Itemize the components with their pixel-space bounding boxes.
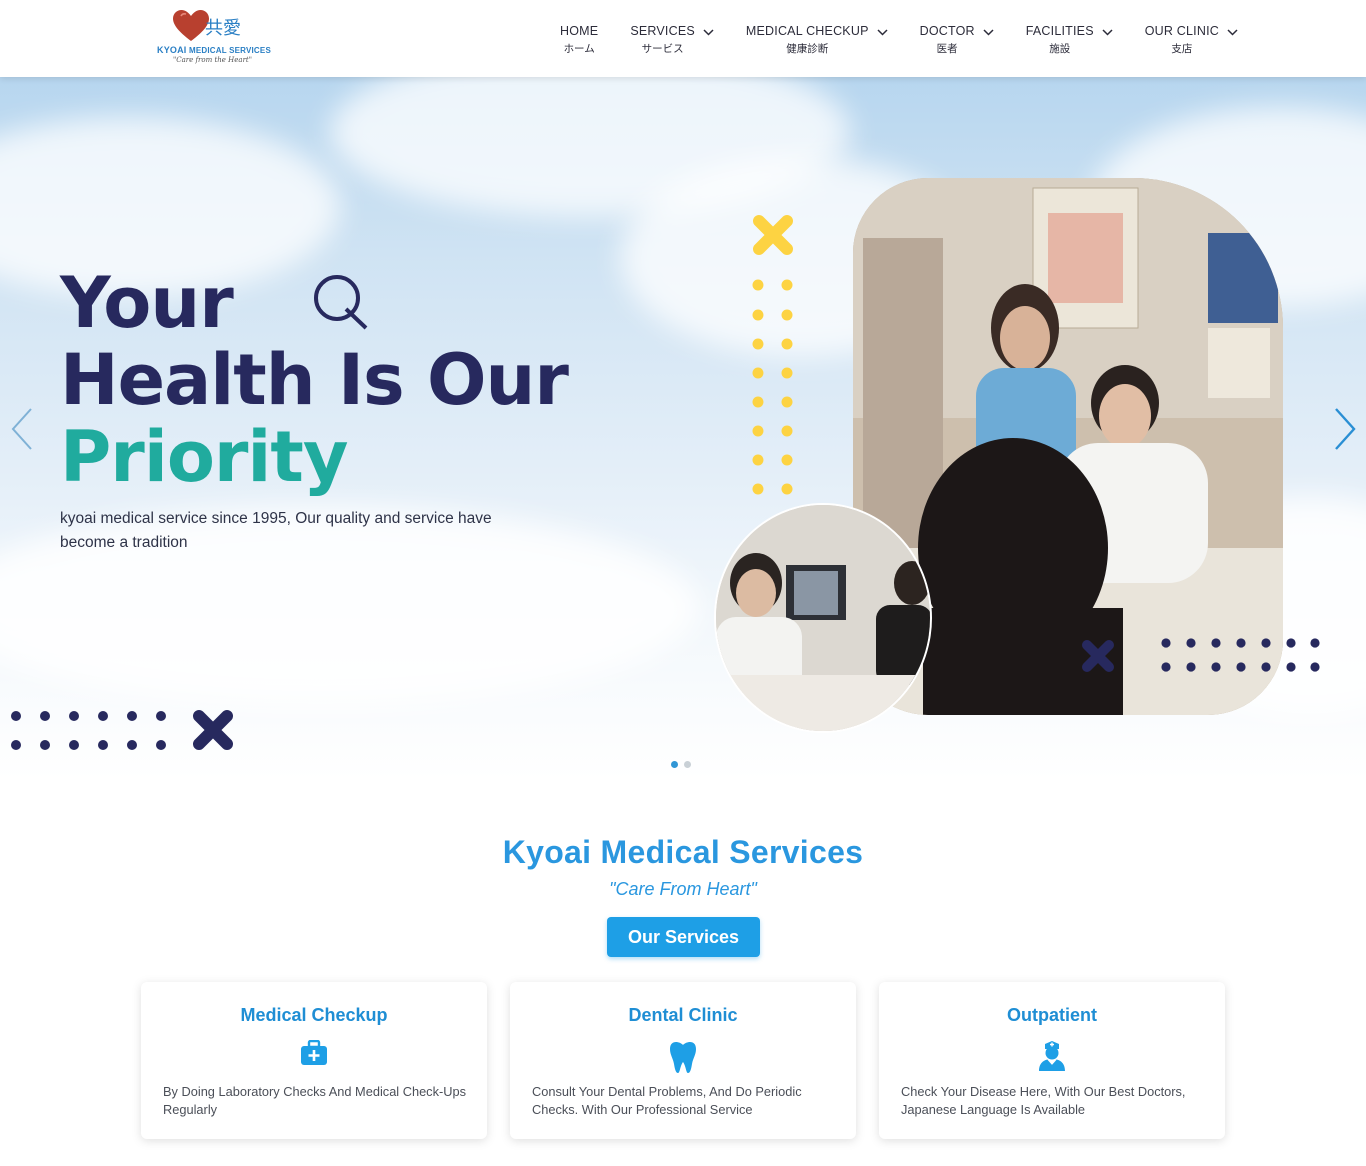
xray-photo-illustration <box>716 505 930 731</box>
magnifier-decoration-icon <box>314 275 368 330</box>
logo-kanji: 共愛 <box>205 18 241 39</box>
nav-item-services[interactable]: SERVICES サービス <box>630 24 714 60</box>
chevron-down-icon <box>1227 29 1238 36</box>
chevron-down-icon <box>983 29 994 36</box>
hero-subtitle: kyoai medical service since 1995, Our qu… <box>60 510 492 551</box>
chevron-down-icon <box>877 29 888 36</box>
nav-our-clinic-jp: 支店 <box>1171 43 1193 55</box>
nav-facilities-jp: 施設 <box>1049 43 1071 55</box>
navy-dots-decoration-icon <box>11 711 166 750</box>
service-card-dental-clinic[interactable]: Dental Clinic Consult Your Dental Proble… <box>510 982 856 1139</box>
medical-kit-icon <box>301 1040 327 1065</box>
services-motto: "Care From Heart" <box>609 879 757 899</box>
heart-logo-icon <box>173 10 209 41</box>
navy-dots-decoration-icon <box>1161 638 1320 672</box>
hero-slider: Your Health Is Our Priority kyoai medica… <box>0 77 1366 780</box>
nav-item-medical-checkup[interactable]: MEDICAL CHECKUP 健康診断 <box>746 24 888 60</box>
chevron-right-icon <box>1335 408 1356 450</box>
service-card-title: Medical Checkup <box>240 1005 388 1025</box>
nav-item-doctor[interactable]: DOCTOR 医者 <box>920 24 994 60</box>
nav-item-home[interactable]: HOME ホーム <box>560 24 598 60</box>
slider-dot-2[interactable] <box>684 761 691 768</box>
service-card-description: Check Your Disease Here, With Our Best D… <box>901 1084 1186 1117</box>
logo-brand: KYOAI MEDICAL SERVICES <box>157 45 271 55</box>
yellow-cross-decoration-icon <box>753 215 793 255</box>
our-services-button[interactable]: Our Services <box>607 917 760 957</box>
nav-home-jp: ホーム <box>563 43 595 55</box>
service-card-description: By Doing Laboratory Checks And Medical C… <box>163 1084 467 1117</box>
service-card-description: Consult Your Dental Problems, And Do Per… <box>532 1084 802 1117</box>
nav-doctor-label: DOCTOR <box>919 24 975 38</box>
nav-facilities-label: FACILITIES <box>1025 24 1094 38</box>
services-title: Kyoai Medical Services <box>502 834 864 870</box>
hero-photo-xray-review <box>714 503 932 733</box>
nav-medical-checkup-jp: 健康診断 <box>786 43 829 55</box>
nav-item-our-clinic[interactable]: OUR CLINIC 支店 <box>1145 24 1238 60</box>
slider-pagination <box>671 761 691 768</box>
hero-title-line3: Priority <box>60 416 349 498</box>
chevron-down-icon <box>1102 29 1113 36</box>
nav-our-clinic-label: OUR CLINIC <box>1144 24 1219 38</box>
service-card-title: Outpatient <box>1007 1005 1097 1025</box>
tooth-icon <box>670 1042 696 1073</box>
site-logo[interactable]: 共愛 KYOAI MEDICAL SERVICES "Care from the… <box>157 8 271 68</box>
site-header: 共愛 KYOAI MEDICAL SERVICES "Care from the… <box>0 0 1366 77</box>
service-card-medical-checkup[interactable]: Medical Checkup By Doing Laboratory Chec… <box>141 982 487 1139</box>
navy-cross-decoration-icon <box>1082 640 1114 672</box>
hero-title-line2: Health Is Our <box>60 339 569 421</box>
service-card-outpatient[interactable]: Outpatient Check Your Disease Here, With… <box>879 982 1225 1139</box>
navy-cross-decoration-icon <box>193 710 233 750</box>
doctor-icon <box>1039 1041 1065 1071</box>
slider-dot-1[interactable] <box>671 761 678 768</box>
chevron-down-icon <box>703 29 714 36</box>
nav-doctor-jp: 医者 <box>936 43 958 55</box>
slider-prev-button[interactable] <box>10 407 34 456</box>
nav-home-label: HOME <box>560 24 599 38</box>
nav-services-jp: サービス <box>641 43 684 55</box>
yellow-dots-decoration-icon <box>752 279 793 495</box>
chevron-left-icon <box>11 408 32 450</box>
main-nav: HOME ホーム SERVICES サービス MEDICAL CHECKUP 健… <box>560 24 1238 60</box>
nav-medical-checkup-label: MEDICAL CHECKUP <box>745 24 869 38</box>
logo-motto: "Care from the Heart" <box>173 56 252 64</box>
nav-services-label: SERVICES <box>630 24 695 38</box>
nav-item-facilities[interactable]: FACILITIES 施設 <box>1026 24 1113 60</box>
slider-next-button[interactable] <box>1333 407 1357 456</box>
service-card-title: Dental Clinic <box>628 1005 738 1025</box>
